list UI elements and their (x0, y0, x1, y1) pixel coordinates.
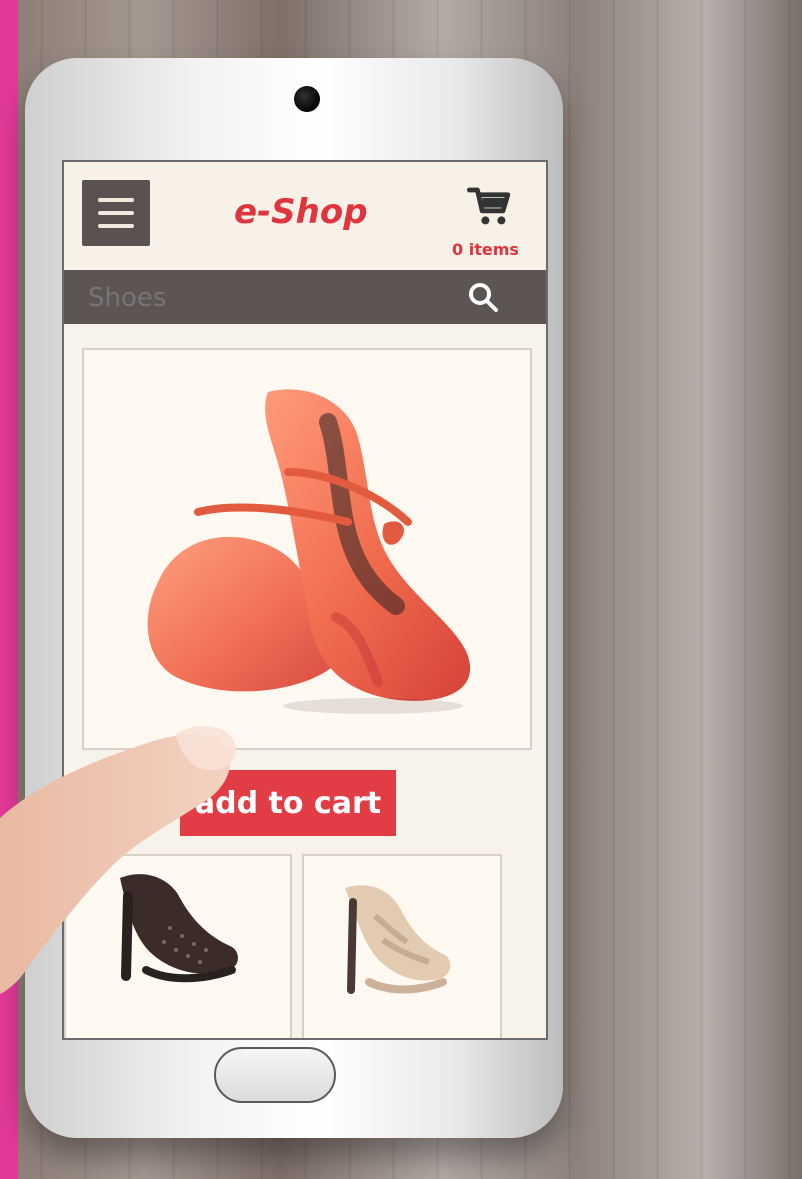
search-icon[interactable] (466, 280, 500, 314)
menu-icon[interactable] (82, 180, 150, 246)
front-camera (294, 86, 320, 112)
home-button-icon[interactable] (214, 1047, 336, 1103)
menu-line-2 (98, 211, 134, 215)
thumbnail-shoe-2 (345, 885, 451, 994)
pointing-finger (0, 726, 237, 994)
menu-line-1 (98, 198, 134, 202)
app-header: e-Shop 0 items (64, 162, 546, 272)
cart-button[interactable]: 0 items (452, 182, 542, 268)
menu-line-3 (98, 224, 134, 228)
main-shoe-image (147, 389, 471, 714)
search-bar (64, 270, 546, 324)
cart-icon (467, 187, 511, 225)
search-input[interactable] (86, 278, 450, 318)
cart-count: 0 items (452, 240, 519, 259)
pink-edge-strip (0, 0, 18, 1179)
app-title: e-Shop (234, 192, 368, 232)
